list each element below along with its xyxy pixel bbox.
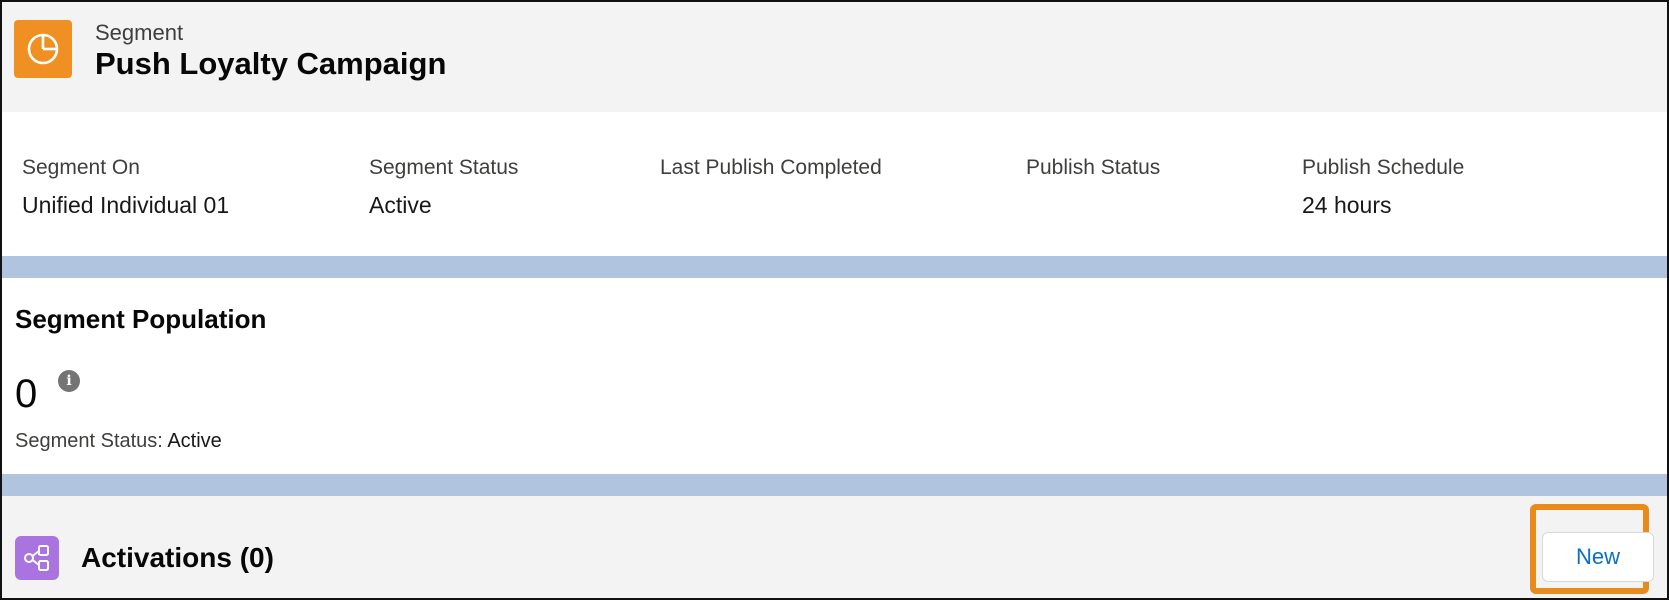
info-icon[interactable]: i xyxy=(58,370,80,392)
details-panel: Segment On Unified Individual 01 Segment… xyxy=(2,112,1667,256)
section-divider xyxy=(2,474,1667,496)
new-activation-button[interactable]: New xyxy=(1542,532,1654,582)
population-count: 0 xyxy=(15,372,38,416)
field-publish-schedule: Publish Schedule 24 hours xyxy=(1302,156,1464,219)
page-header: Segment Push Loyalty Campaign xyxy=(2,2,1667,112)
field-value xyxy=(1026,192,1160,219)
record-page: Segment Push Loyalty Campaign Segment On… xyxy=(0,0,1669,600)
population-status: Segment Status: Active xyxy=(15,430,222,453)
field-label: Publish Status xyxy=(1026,156,1161,179)
field-segment-on: Segment On Unified Individual 01 xyxy=(22,156,229,219)
activations-title: Activations (0) xyxy=(81,542,274,573)
field-last-publish-completed: Last Publish Completed xyxy=(660,156,882,219)
page-title: Push Loyalty Campaign xyxy=(95,46,447,81)
population-title: Segment Population xyxy=(15,304,267,334)
activations-card: Activations (0) New xyxy=(2,496,1667,598)
field-label: Segment Status xyxy=(369,156,519,179)
segment-population-card: Segment Population 0 i Segment Status: A… xyxy=(2,278,1667,474)
field-publish-status: Publish Status xyxy=(1026,156,1160,219)
population-status-value: Active xyxy=(167,430,222,452)
pie-chart-icon xyxy=(14,20,72,78)
field-value xyxy=(660,192,882,219)
field-segment-status: Segment Status Active xyxy=(369,156,518,219)
field-label: Segment On xyxy=(22,156,140,179)
section-divider xyxy=(2,256,1667,278)
population-status-label: Segment Status: xyxy=(15,430,163,452)
activation-flow-icon xyxy=(15,536,59,580)
field-value: Unified Individual 01 xyxy=(22,192,230,218)
field-label: Publish Schedule xyxy=(1302,156,1465,179)
field-label: Last Publish Completed xyxy=(660,156,882,179)
field-value: 24 hours xyxy=(1302,192,1392,218)
object-type-label: Segment xyxy=(95,20,184,45)
field-value: Active xyxy=(369,192,432,218)
